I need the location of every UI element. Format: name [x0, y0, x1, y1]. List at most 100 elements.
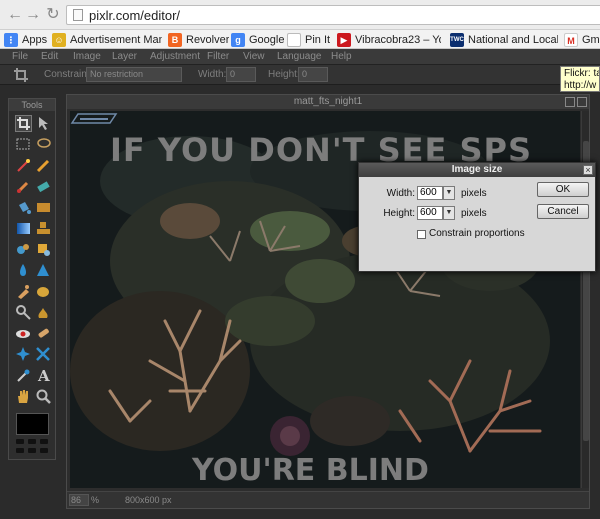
bucket-tool-icon[interactable] — [15, 199, 32, 216]
blogger-icon: B — [168, 32, 182, 47]
close-icon[interactable]: × — [583, 165, 593, 175]
preset-dot[interactable] — [16, 448, 24, 453]
color-replace-icon[interactable] — [15, 241, 32, 258]
zoom-unit: % — [91, 495, 100, 505]
bookmark-label: Revolver — [186, 33, 230, 46]
bookmark-apps[interactable]: ⋮ Apps — [4, 32, 47, 47]
logo-watermark-icon — [70, 113, 118, 124]
bookmark-label: Advertisement Mana — [70, 33, 162, 46]
preset-dot[interactable] — [28, 439, 36, 444]
color-presets[interactable] — [16, 439, 49, 455]
app-menu-bar: File Edit Image Layer Adjustment Filter … — [0, 49, 600, 65]
cancel-button[interactable]: Cancel — [537, 204, 589, 219]
pinch-tool-icon[interactable] — [35, 346, 52, 363]
gradient-fill-icon[interactable] — [15, 220, 32, 237]
color-swatch[interactable] — [16, 413, 49, 435]
preset-dot[interactable] — [16, 439, 24, 444]
bookmark-advertisement-manager[interactable]: ☺ Advertisement Mana — [52, 32, 162, 47]
bookmark-label: Vibracobra23 – YouT — [355, 33, 441, 46]
bookmark-gmail[interactable]: M Gmai — [564, 32, 600, 47]
bookmarks-bar: ⋮ Apps ☺ Advertisement Mana B Revolver g… — [0, 30, 600, 49]
stamp-tool-icon[interactable] — [35, 220, 52, 237]
canvas-window: matt_fts_night1 IF YOU DON'T SEE SPS YOU… — [66, 94, 590, 509]
maximize-icon[interactable] — [565, 97, 575, 107]
menu-edit[interactable]: Edit — [41, 51, 58, 62]
menu-adjustment[interactable]: Adjustment — [150, 51, 200, 62]
height-label: Height: — [383, 208, 415, 219]
google-icon: g — [231, 32, 245, 47]
gradient-tool-icon[interactable] — [35, 199, 52, 216]
hand-tool-icon[interactable] — [15, 388, 32, 405]
meme-bottom-text: YOU'RE BLIND — [192, 453, 429, 488]
pencil-tool-icon[interactable] — [35, 157, 52, 174]
chevron-down-icon[interactable]: ▼ — [443, 186, 455, 200]
bookmark-revolver[interactable]: B Revolver — [168, 32, 229, 47]
reload-icon[interactable]: ↻ — [44, 6, 62, 24]
preset-dot[interactable] — [40, 439, 48, 444]
marquee-tool-icon[interactable] — [15, 136, 32, 153]
red-eye-tool-icon[interactable] — [15, 325, 32, 342]
apps-grid-icon: ⋮ — [4, 32, 18, 47]
width-unit: pixels — [461, 188, 487, 199]
width-input[interactable]: 600 — [417, 186, 443, 200]
crop-height-input[interactable]: 0 — [298, 67, 328, 82]
forward-arrow-icon[interactable]: → — [24, 6, 42, 24]
menu-view[interactable]: View — [243, 51, 265, 62]
tools-panel-title: Tools — [9, 99, 55, 111]
crop-width-input[interactable]: 0 — [226, 67, 256, 82]
menu-layer[interactable]: Layer — [112, 51, 137, 62]
constrain-proportions-checkbox[interactable] — [417, 230, 426, 239]
ok-button[interactable]: OK — [537, 182, 589, 197]
eraser-tool-icon[interactable] — [35, 178, 52, 195]
move-tool-icon[interactable] — [35, 115, 52, 132]
menu-file[interactable]: File — [12, 51, 28, 62]
url-text[interactable]: pixlr.com/editor/ — [89, 8, 180, 23]
bookmark-google[interactable]: g Google — [231, 32, 284, 47]
dodge-tool-icon[interactable] — [15, 304, 32, 321]
address-bar[interactable]: pixlr.com/editor/ — [66, 5, 600, 25]
browser-toolbar: ← → ↻ pixlr.com/editor/ — [0, 0, 600, 30]
bloat-tool-icon[interactable] — [15, 346, 32, 363]
drawing-tool-icon[interactable] — [35, 241, 52, 258]
smiley-icon: ☺ — [52, 32, 66, 47]
menu-image[interactable]: Image — [73, 51, 101, 62]
bookmark-label: Google — [249, 33, 285, 46]
height-input[interactable]: 600 — [417, 206, 443, 220]
lasso-tool-icon[interactable] — [35, 136, 52, 153]
type-tool-icon[interactable]: A — [35, 367, 52, 385]
burn-tool-icon[interactable] — [35, 304, 52, 321]
dialog-title: Image size — [359, 163, 595, 177]
preset-dot[interactable] — [28, 448, 36, 453]
sharpen-tool-icon[interactable] — [35, 262, 52, 279]
width-label: Width: — [386, 188, 415, 199]
close-icon[interactable] — [577, 97, 587, 107]
bookmark-national-local-weather[interactable]: TWC National and Local W — [450, 32, 558, 47]
brush-tool-icon[interactable] — [15, 178, 32, 195]
height-label: Height: — [268, 69, 300, 80]
menu-language[interactable]: Language — [277, 51, 322, 62]
menu-help[interactable]: Help — [331, 51, 352, 62]
back-arrow-icon[interactable]: ← — [6, 6, 24, 24]
bookmark-label: Gmai — [582, 33, 600, 46]
blur-tool-icon[interactable] — [15, 262, 32, 279]
crop-tool-icon[interactable] — [15, 115, 32, 132]
zoom-tool-icon[interactable] — [35, 388, 52, 405]
tool-options-bar: Constraint: No restriction Width: 0 Heig… — [0, 65, 600, 85]
chevron-down-icon[interactable]: ▼ — [443, 206, 455, 220]
preset-dot[interactable] — [40, 448, 48, 453]
page-icon — [73, 9, 83, 21]
spot-heal-tool-icon[interactable] — [35, 325, 52, 342]
constraint-select[interactable]: No restriction — [86, 67, 182, 82]
bookmark-pin-it[interactable]: Pin It — [287, 32, 330, 47]
menu-filter[interactable]: Filter — [207, 51, 229, 62]
bookmark-vibracobra[interactable]: ▶ Vibracobra23 – YouT — [337, 32, 441, 47]
eyedropper-tool-icon[interactable] — [15, 367, 32, 384]
sponge-tool-icon[interactable] — [35, 283, 52, 300]
smudge-tool-icon[interactable] — [15, 283, 32, 300]
wand-tool-icon[interactable] — [15, 157, 32, 174]
zoom-input[interactable]: 86 — [69, 494, 89, 506]
bookmark-label: Pin It — [305, 33, 331, 46]
height-unit: pixels — [461, 208, 487, 219]
tooltip: Flickr: tat http://w — [560, 66, 600, 92]
gmail-icon: M — [564, 32, 578, 47]
